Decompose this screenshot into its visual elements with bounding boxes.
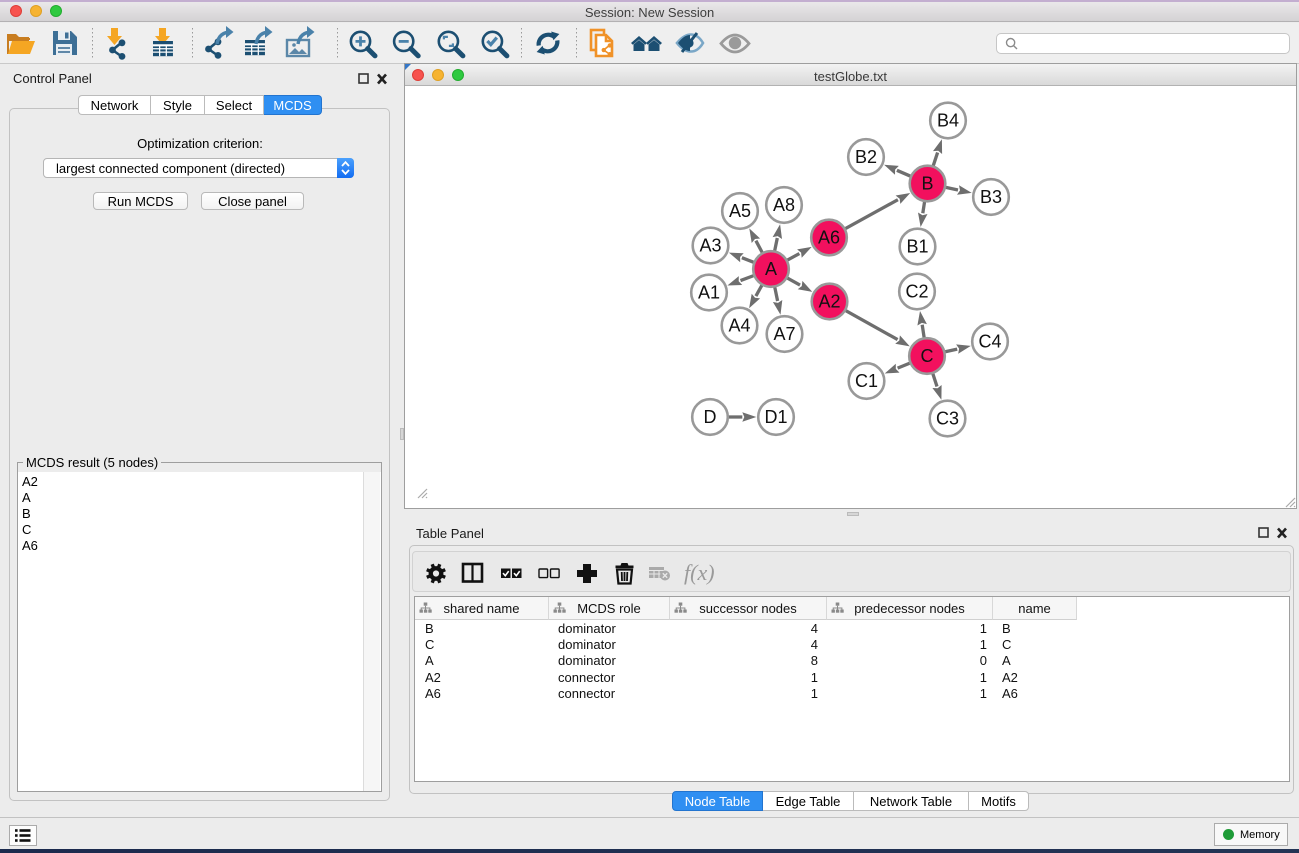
svg-text:C: C (921, 346, 934, 366)
svg-text:C3: C3 (936, 409, 959, 429)
svg-text:A4: A4 (728, 316, 750, 336)
svg-text:A8: A8 (773, 195, 795, 215)
svg-text:C2: C2 (905, 282, 928, 302)
svg-text:A6: A6 (818, 228, 840, 248)
svg-text:A7: A7 (773, 324, 795, 344)
svg-text:B: B (921, 174, 933, 194)
svg-text:B3: B3 (980, 187, 1002, 207)
svg-text:B4: B4 (937, 111, 959, 131)
svg-text:B2: B2 (855, 147, 877, 167)
svg-text:A: A (765, 259, 777, 279)
svg-text:A5: A5 (729, 201, 751, 221)
svg-text:A1: A1 (698, 283, 720, 303)
svg-text:B1: B1 (906, 237, 928, 257)
svg-text:A2: A2 (818, 292, 840, 312)
svg-text:D1: D1 (764, 407, 787, 427)
svg-text:C4: C4 (978, 332, 1001, 352)
svg-text:A3: A3 (699, 236, 721, 256)
svg-text:D: D (704, 407, 717, 427)
svg-text:C1: C1 (855, 371, 878, 391)
